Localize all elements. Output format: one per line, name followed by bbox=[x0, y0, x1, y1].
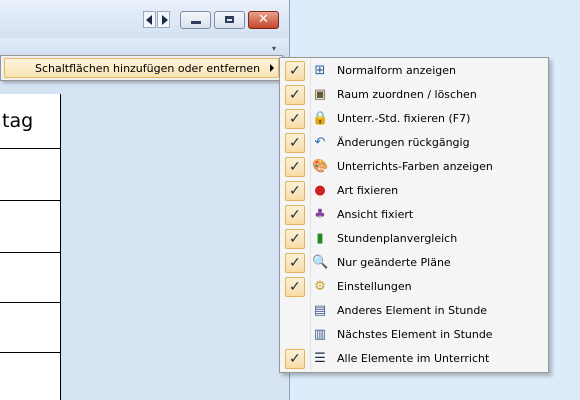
lock-icon: 🔒 bbox=[312, 111, 329, 126]
menu-item[interactable]: ▤ Anderes Element in Stunde bbox=[282, 300, 546, 322]
menu-item-label: Nur geänderte Pläne bbox=[337, 256, 451, 269]
grid-row[interactable] bbox=[0, 148, 60, 201]
column-header: tag bbox=[0, 94, 60, 149]
menu-item[interactable]: ✓ 🔒 Unterr.-Std. fixieren (F7) bbox=[282, 108, 546, 130]
nav-right-icon[interactable] bbox=[157, 11, 170, 28]
menu-item-label: Art fixieren bbox=[337, 184, 399, 197]
button-selection-submenu: ✓ ⊞ Normalform anzeigen ✓ ▣ Raum zuordnen / l… bbox=[279, 57, 549, 373]
menu-item[interactable]: ✓ ⚙ Einstellungen bbox=[282, 276, 546, 298]
checkmark-icon: ✓ bbox=[285, 133, 305, 153]
normal-form-icon: ⊞ bbox=[314, 63, 326, 78]
menu-item-label: Nächstes Element in Stunde bbox=[337, 328, 493, 341]
menu-item-label: Alle Elemente im Unterricht bbox=[337, 352, 490, 365]
pin-icon: ● bbox=[314, 183, 326, 198]
menu-item-label: Anderes Element in Stunde bbox=[337, 304, 488, 317]
menu-item-label: Raum zuordnen / löschen bbox=[337, 88, 477, 101]
maximize-button[interactable] bbox=[214, 11, 245, 29]
menu-item-label: Schaltflächen hinzufügen oder entfernen bbox=[35, 62, 261, 75]
context-menu: Schaltflächen hinzufügen oder entfernen bbox=[0, 55, 283, 81]
toolbar-overflow-icon[interactable]: ▾ bbox=[272, 44, 276, 53]
view-fixed-icon: ♣ bbox=[314, 207, 326, 222]
undo-icon: ↶ bbox=[314, 135, 326, 150]
menu-item[interactable]: ▥ Nächstes Element in Stunde bbox=[282, 324, 546, 346]
menu-item[interactable]: ✓ ↶ Änderungen rückgängig bbox=[282, 132, 546, 154]
checkmark-icon: ✓ bbox=[285, 253, 305, 273]
menu-item[interactable]: ✓ ● Art fixieren bbox=[282, 180, 546, 202]
checkmark-icon: ✓ bbox=[285, 181, 305, 201]
menu-item-label: Unterr.-Std. fixieren (F7) bbox=[337, 112, 471, 125]
menu-item-add-remove-buttons[interactable]: Schaltflächen hinzufügen oder entfernen bbox=[4, 58, 279, 78]
menu-item-label: Ansicht fixiert bbox=[337, 208, 414, 221]
next-element-icon: ▥ bbox=[313, 327, 327, 342]
checkmark-icon: ✓ bbox=[285, 205, 305, 225]
checkmark-icon: ✓ bbox=[285, 277, 305, 297]
menu-item-label: Unterrichts-Farben anzeigen bbox=[337, 160, 493, 173]
checkmark-icon: ✓ bbox=[285, 61, 305, 81]
minimize-button[interactable] bbox=[180, 11, 211, 29]
menu-item-label: Stundenplanvergleich bbox=[337, 232, 458, 245]
settings-gear-icon: ⚙ bbox=[314, 279, 326, 294]
menu-item[interactable]: ✓ 🎨 Unterrichts-Farben anzeigen bbox=[282, 156, 546, 178]
checkmark-icon: ✓ bbox=[285, 349, 305, 369]
traffic-light-icon: ▮ bbox=[316, 231, 324, 246]
menu-item[interactable]: ✓ ♣ Ansicht fixiert bbox=[282, 204, 546, 226]
checkmark-icon: ✓ bbox=[285, 229, 305, 249]
menu-item[interactable]: ✓ 🔍 Nur geänderte Pläne bbox=[282, 252, 546, 274]
menu-item-label: Einstellungen bbox=[337, 280, 412, 293]
grid-row[interactable] bbox=[0, 252, 60, 303]
nav-left-icon[interactable] bbox=[143, 11, 156, 28]
grid-row[interactable] bbox=[0, 302, 60, 353]
other-element-icon: ▤ bbox=[313, 303, 327, 318]
palette-icon: 🎨 bbox=[312, 159, 329, 174]
checkmark-icon: ✓ bbox=[285, 157, 305, 177]
checkmark-icon: ✓ bbox=[285, 109, 305, 129]
close-button[interactable]: ✕ bbox=[248, 11, 279, 29]
menu-item-label: Änderungen rückgängig bbox=[337, 136, 470, 149]
submenu-arrow-icon bbox=[270, 64, 274, 72]
checkmark-icon: ✓ bbox=[285, 85, 305, 105]
changed-plans-icon: 🔍 bbox=[312, 255, 329, 270]
title-bar: ✕ bbox=[0, 0, 289, 38]
menu-item[interactable]: ✓ ▣ Raum zuordnen / löschen bbox=[282, 84, 546, 106]
menu-item-label: Normalform anzeigen bbox=[337, 64, 456, 77]
grid-row[interactable] bbox=[0, 200, 60, 253]
menu-item[interactable]: ✓ ▮ Stundenplanvergleich bbox=[282, 228, 546, 250]
menu-item[interactable]: ✓ ☰ Alle Elemente im Unterricht bbox=[282, 348, 546, 370]
menu-item[interactable]: ✓ ⊞ Normalform anzeigen bbox=[282, 60, 546, 82]
room-assign-icon: ▣ bbox=[313, 87, 327, 102]
all-elements-icon: ☰ bbox=[314, 351, 326, 366]
